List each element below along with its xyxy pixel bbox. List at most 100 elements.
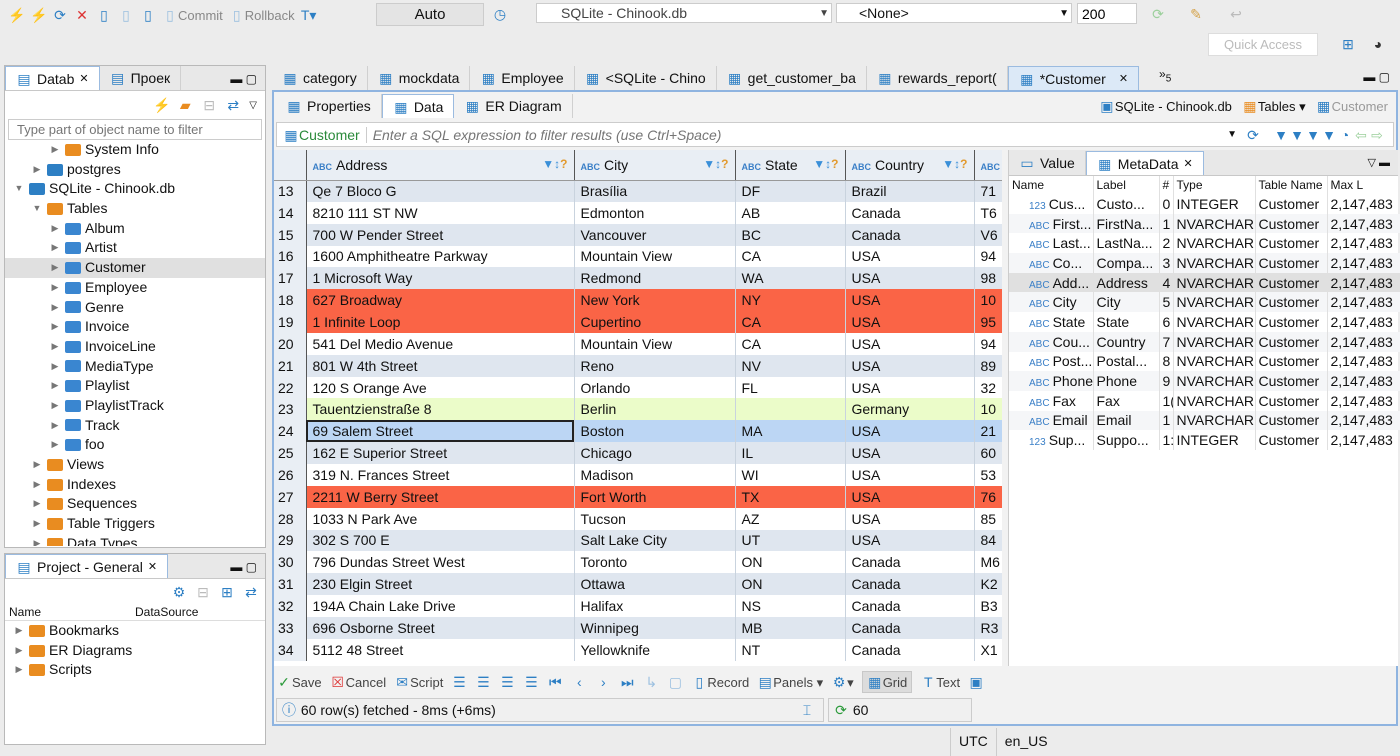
expand-arrow-icon[interactable]: ▶ [49,219,61,239]
table-cell[interactable]: Salt Lake City [574,529,736,552]
tree-item[interactable]: ▼ Tables [5,199,265,219]
edit-row-icon[interactable]: ☰ [451,674,467,690]
expand-arrow-icon[interactable]: ▶ [49,258,61,278]
table-cell[interactable]: Canada [845,638,975,661]
tab-metadata[interactable]: ▦ MetaData ✕ [1085,151,1204,175]
add-row-icon[interactable]: ☰ [475,674,491,690]
table-cell[interactable]: 2211 W Berry Street [306,485,575,508]
expand-arrow-icon[interactable]: ▶ [31,494,43,514]
table-row[interactable]: 24 69 Salem Street Boston MA USA 21 [274,420,1002,443]
filter-history-icon[interactable]: ▼ [1219,129,1245,140]
auto-refresh-icon[interactable]: ◔ [1337,127,1353,143]
tree-item[interactable]: ▶ System Info [5,140,265,160]
table-cell[interactable]: 60 [974,442,1002,464]
table-cell[interactable]: X1 [974,638,1002,661]
text-view-button[interactable]: T Text [920,674,960,690]
panels-button[interactable]: ▤Panels ▾ [757,674,824,691]
metadata-row[interactable]: 123Sup...Suppo...1:INTEGERCustomer2,147,… [1009,430,1400,450]
table-row[interactable]: 27 2211 W Berry Street Fort Worth TX USA 76 [274,485,1002,508]
metadata-column-header[interactable]: Table Name [1255,176,1328,194]
table-cell[interactable]: Vancouver [574,223,736,246]
table-cell[interactable]: B3 [974,595,1002,617]
layout-icon[interactable]: ⌶ [799,702,815,718]
table-cell[interactable]: USA [845,420,975,443]
tree-item[interactable]: ▶ Indexes [5,475,265,495]
filter-sort-icon[interactable]: ▼↕? [813,157,838,171]
commit-button[interactable]: ▯ Commit [162,7,223,23]
minimize-maximize-icon[interactable]: ▬ ▢ [222,72,265,90]
table-cell[interactable]: Canada [845,595,975,617]
table-row[interactable]: 29 302 S 700 E Salt Lake City UT USA 84 [274,529,1002,552]
table-cell[interactable]: USA [845,463,975,486]
column-header[interactable]: ABC Country ▼↕? [845,150,975,181]
table-cell[interactable]: 32 [974,376,1002,399]
table-cell[interactable]: Yellowknife [574,638,736,661]
table-cell[interactable]: Germany [845,398,975,421]
table-cell[interactable]: USA [845,332,975,355]
table-row[interactable]: 20 541 Del Medio Avenue Mountain View CA USA… [274,332,1002,355]
filter-add-icon[interactable]: ▼ [1305,127,1321,143]
table-cell[interactable]: 8210 111 ST NW [306,201,575,224]
table-row[interactable]: 14 8210 111 ST NW Edmonton AB Canada T6 [274,201,1002,224]
table-row[interactable]: 32 194A Chain Lake Drive Halifax NS Canada B3 [274,595,1002,617]
metadata-row[interactable]: ABC Last... LastNa... 2 NVARCHAR Customer 2,14… [1009,233,1400,254]
table-cell[interactable]: USA [845,354,975,377]
table-cell[interactable]: USA [845,485,975,508]
expand-arrow-icon[interactable]: ▶ [31,475,43,495]
minimize-maximize-icon[interactable]: ▬ ▢ [1355,70,1398,90]
column-header[interactable]: ABC [974,150,1002,181]
table-cell[interactable]: 10 [974,398,1002,421]
collapse-arrow-icon[interactable]: ▼ [31,199,43,219]
table-row[interactable]: 30 796 Dundas Street West Toronto ON Canada M… [274,551,1002,574]
filter-sort-icon[interactable]: ▼↕? [542,157,567,171]
tree-item[interactable]: ▶ Playlist [5,376,265,396]
tree-item[interactable]: ▶ Employee [5,278,265,298]
panel-toggle-icon[interactable]: ▣ [968,674,984,690]
tree-item[interactable]: ▶ Artist [5,238,265,258]
metadata-row[interactable]: ABC State State 6 NVARCHAR Customer 2,147,483 [1009,312,1400,332]
metadata-column-header[interactable]: Name [1009,176,1094,194]
back-icon[interactable]: ⇦ [1353,127,1369,143]
table-cell[interactable]: USA [845,267,975,290]
reconnect-icon[interactable]: ⟳ [52,7,68,23]
panel-menu-icon[interactable]: ▽ ▬ [1359,156,1398,175]
expand-arrow-icon[interactable]: ▶ [49,278,61,298]
tab-database-navigator[interactable]: ▤ Datab ✕ [5,66,100,90]
datasource-link[interactable]: ▣SQLite - Chinook.db [1099,98,1232,115]
tree-item[interactable]: ▶ Customer [5,258,265,278]
table-cell[interactable]: AZ [735,507,846,530]
table-cell[interactable]: Canada [845,201,975,224]
expand-arrow-icon[interactable]: ▶ [49,298,61,318]
cancel-button[interactable]: ☒ Cancel [330,674,386,690]
link-editor-icon[interactable]: ⇄ [225,97,241,113]
connect-icon[interactable]: ⚡ [8,7,25,23]
table-cell[interactable]: 71 [974,180,1002,202]
collapse-arrow-icon[interactable]: ▼ [13,179,25,199]
metadata-row[interactable]: ABC First... FirstNa... 1 NVARCHAR Customer 2,… [1009,213,1400,234]
table-cell[interactable]: 98 [974,267,1002,290]
table-cell[interactable]: 84 [974,529,1002,552]
expand-arrow-icon[interactable]: ▶ [31,514,43,534]
open-perspective-icon[interactable]: ⊞ [1340,36,1356,52]
table-cell[interactable]: 1 Infinite Loop [306,311,575,333]
table-cell[interactable]: ON [735,551,846,574]
metadata-row[interactable]: ABCFaxFax1(NVARCHARCustomer2,147,483 [1009,390,1400,411]
table-cell[interactable]: 627 Broadway [306,289,575,312]
tab-project-general[interactable]: ▤ Project - General ✕ [5,554,169,578]
expand-arrow-icon[interactable]: ▶ [31,160,43,180]
table-row[interactable]: 18 627 Broadway New York NY USA 10 [274,289,1002,312]
filter-config-icon[interactable]: ▼ [1321,127,1337,143]
table-cell[interactable]: CA [735,311,846,333]
tree-item[interactable]: ▶ Invoice [5,317,265,337]
column-header[interactable]: ABC State ▼↕? [735,150,846,181]
sql-editor-icon[interactable]: ▯ [96,7,112,23]
table-cell[interactable]: V6 [974,223,1002,246]
perspective-icon[interactable]: ◕ [1370,36,1386,52]
entity-link[interactable]: ▦Customer [1316,98,1388,115]
expand-arrow-icon[interactable]: ▶ [49,238,61,258]
table-cell[interactable]: MB [735,616,846,639]
table-row[interactable]: 19 1 Infinite Loop Cupertino CA USA 95 [274,311,1002,333]
table-cell[interactable]: Canada [845,551,975,574]
expand-arrow-icon[interactable]: ▶ [49,317,61,337]
table-cell[interactable]: Qe 7 Bloco G [306,180,575,202]
